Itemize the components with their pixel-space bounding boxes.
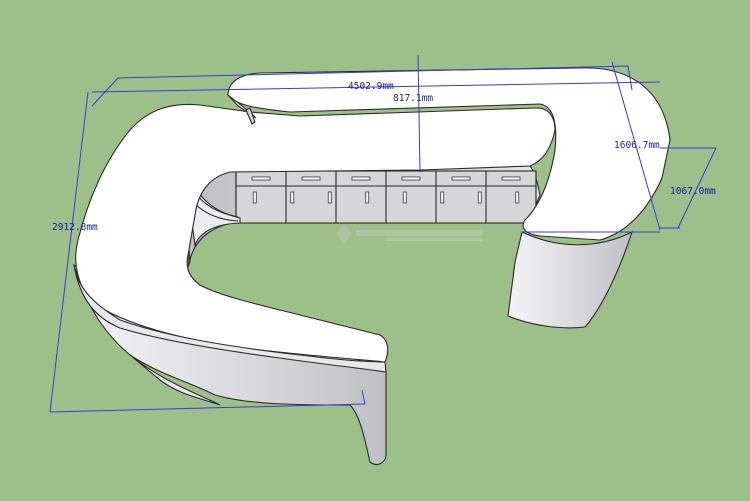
drawer-handle [251,176,271,181]
door-handle [402,191,407,204]
door-handle [440,191,445,204]
drawer-handle [501,176,521,181]
door-handle [290,191,295,204]
door-handle [477,191,482,204]
dim-label-overall-length: 4502.9mm [348,81,394,92]
desk-right-leg [507,230,633,329]
drawer-handle [401,176,421,181]
drawer-handle [301,176,321,181]
dim-label-depth-right: 1606.7mm [614,140,660,151]
dim-label-height: 1067.0mm [670,186,716,197]
reception-desk-3d-view: 4502.9mm 817.1mm 1606.7mm 1067.0mm 2912.… [0,0,750,501]
drawer-handle [351,176,371,181]
dim-label-inner-length: 817.1mm [393,93,433,104]
door-handle [365,191,370,204]
door-handle [327,191,332,204]
desk-drawing: 4502.9mm 817.1mm 1606.7mm 1067.0mm 2912.… [49,54,717,465]
door-handle [252,191,257,204]
desk-top-left-arm [75,103,556,363]
cabinet-block [235,170,537,224]
watermark-logo [336,224,482,244]
door-handle [515,191,520,204]
dim-label-overall-width: 2912.8mm [52,222,98,233]
drawer-handle [451,176,471,181]
